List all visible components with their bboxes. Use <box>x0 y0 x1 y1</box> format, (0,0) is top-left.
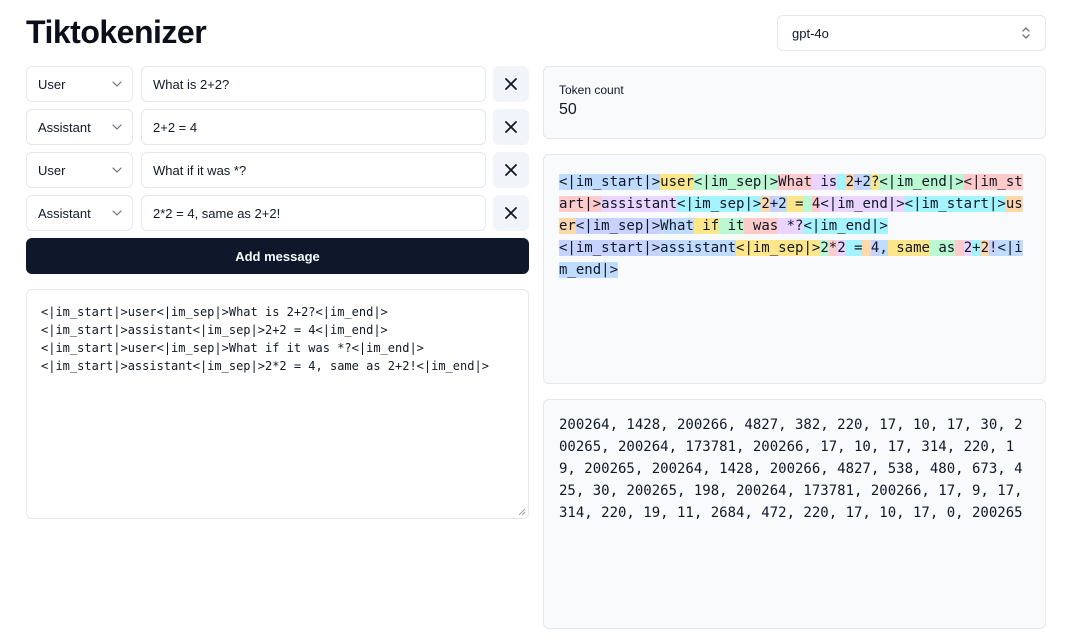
message-input[interactable]: 2+2 = 4 <box>141 109 486 145</box>
token-chip: = <box>845 240 863 256</box>
token-ids: 200264, 1428, 200266, 4827, 382, 220, 17… <box>543 399 1046 629</box>
token-chip: <|im_sep|> <box>677 196 762 212</box>
token-chip: <|im_end|> <box>803 218 888 234</box>
token-chip: <|im_sep|> <box>575 218 661 234</box>
role-select-value: Assistant <box>38 205 91 221</box>
token-visualization: <|im_start|>user<|im_sep|>What is 2+2?<|… <box>543 154 1046 384</box>
token-chip: same <box>887 240 930 256</box>
role-select[interactable]: User <box>26 66 133 102</box>
token-chip: assistant <box>660 240 737 256</box>
resize-handle-icon[interactable] <box>518 508 526 516</box>
role-select[interactable]: Assistant <box>26 195 133 231</box>
token-chip: + <box>972 240 981 256</box>
token-chip <box>837 174 846 190</box>
role-select[interactable]: User <box>26 152 133 188</box>
remove-message-button[interactable] <box>493 152 529 188</box>
chevron-up-down-icon <box>1022 27 1030 39</box>
token-chip: if <box>693 218 720 234</box>
message-input[interactable]: What if it was *? <box>141 152 486 188</box>
close-icon <box>505 78 517 90</box>
remove-message-button[interactable] <box>493 195 529 231</box>
token-chip <box>803 196 812 212</box>
raw-prompt-line: <|im_start|>assistant<|im_sep|>2+2 = 4<|… <box>41 323 388 337</box>
token-chip: it <box>719 218 745 234</box>
token-chip: 2 <box>820 240 829 256</box>
model-select-value: gpt-4o <box>792 25 829 41</box>
token-chip <box>862 240 871 256</box>
message-input[interactable]: What is 2+2? <box>141 66 486 102</box>
token-chip: <|im_start|> <box>559 240 661 256</box>
role-select-value: User <box>38 162 66 178</box>
token-chip: 2 <box>845 174 855 190</box>
token-chip: 2 <box>761 196 770 212</box>
token-chip: * <box>828 240 838 256</box>
add-message-button[interactable]: Add message <box>26 238 529 274</box>
token-chip: 2 <box>862 174 871 190</box>
token-chip: 2 <box>778 196 787 212</box>
token-chip: assistant <box>601 196 678 212</box>
close-icon <box>505 164 517 176</box>
message-input[interactable]: 2*2 = 4, same as 2+2! <box>141 195 486 231</box>
role-select-value: Assistant <box>38 119 91 135</box>
raw-prompt-line: <|im_start|>user<|im_sep|>What is 2+2?<|… <box>41 305 388 319</box>
token-chip: 2 <box>963 240 973 256</box>
token-chip: <|im_end|> <box>879 174 964 190</box>
raw-prompt-line: <|im_start|>user<|im_sep|>What if it was… <box>41 341 424 355</box>
token-chip: as <box>929 240 956 256</box>
role-select[interactable]: Assistant <box>26 109 133 145</box>
token-chip: 2 <box>837 240 846 256</box>
remove-message-button[interactable] <box>493 66 529 102</box>
token-chip: was <box>744 218 779 234</box>
model-select[interactable]: gpt-4o <box>777 15 1046 51</box>
raw-prompt-line: <|im_start|>assistant<|im_sep|>2*2 = 4, … <box>41 359 489 373</box>
chevron-down-icon <box>112 167 122 173</box>
token-chip: 2 <box>980 240 989 256</box>
token-chip: + <box>854 174 863 190</box>
token-chip: <|im_start|> <box>559 174 661 190</box>
raw-prompt-textarea[interactable]: <|im_start|>user<|im_sep|>What is 2+2?<|… <box>26 289 529 519</box>
token-chip: <|im_sep|> <box>736 240 821 256</box>
close-icon <box>505 207 517 219</box>
token-count-value: 50 <box>559 101 577 118</box>
token-chip: = <box>786 196 804 212</box>
token-chip: is <box>811 174 838 190</box>
token-chip: + <box>769 196 779 212</box>
token-chip: user <box>660 174 694 190</box>
token-chip: <|im_sep|> <box>693 174 779 190</box>
remove-message-button[interactable] <box>493 109 529 145</box>
token-count-card: Token count 50 <box>543 66 1046 139</box>
token-chip: What <box>778 174 812 190</box>
token-chip: What <box>660 218 694 234</box>
chevron-down-icon <box>112 81 122 87</box>
token-chip: <|im_start|> <box>904 196 1006 212</box>
role-select-value: User <box>38 76 66 92</box>
token-chip: <|im_end|> <box>820 196 905 212</box>
token-chip: , <box>879 240 888 256</box>
token-chip: *? <box>778 218 804 234</box>
app-title: Tiktokenizer <box>26 14 207 50</box>
token-count-label: Token count <box>559 83 624 97</box>
chevron-down-icon <box>112 124 122 130</box>
close-icon <box>505 121 517 133</box>
token-chip <box>955 240 964 256</box>
chevron-down-icon <box>112 210 122 216</box>
